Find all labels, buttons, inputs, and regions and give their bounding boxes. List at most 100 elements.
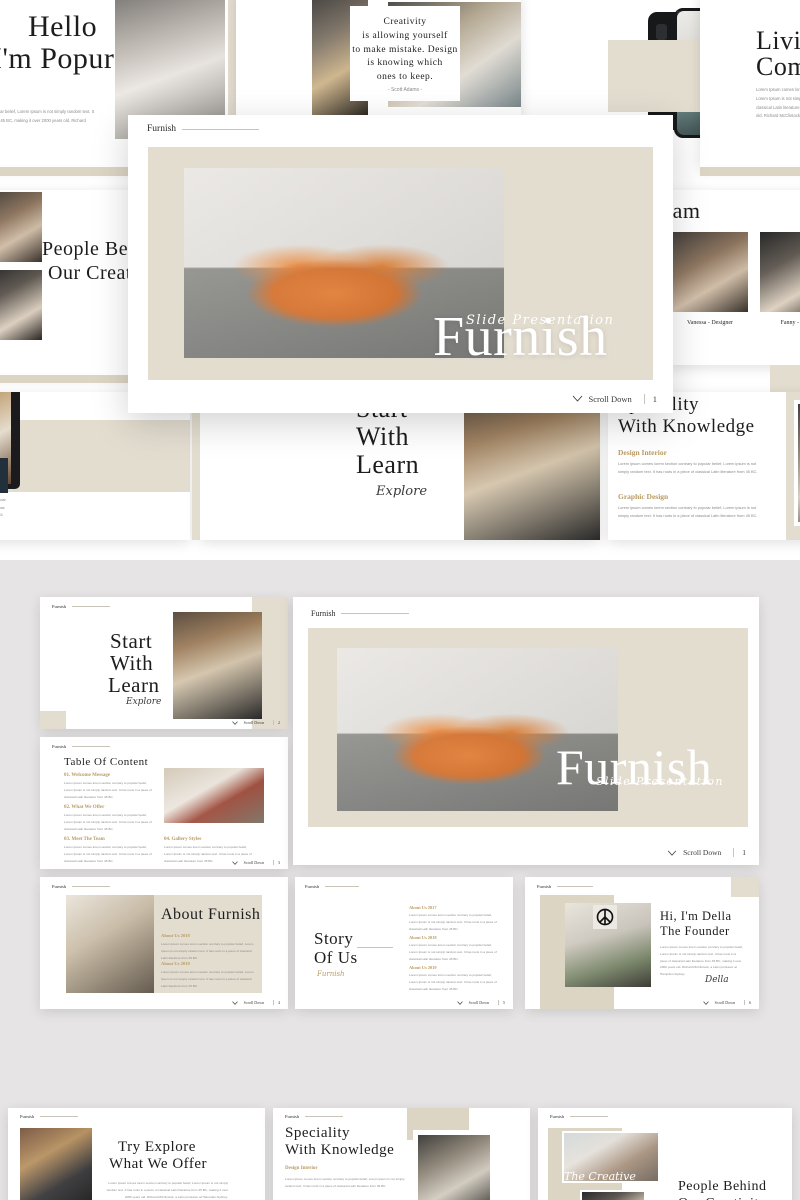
story-title-line2: Of Us: [314, 948, 358, 967]
hello-title-line2: I'm Popuri: [0, 42, 124, 75]
big-scroll-label[interactable]: Scroll Down: [683, 848, 721, 857]
slide-start-learn-bg[interactable]: Start With Learn Explore: [200, 392, 600, 540]
living-title-line2: Comfort: [756, 52, 800, 81]
quote-line3: to make mistake. Design: [352, 44, 458, 55]
story-scroll-row[interactable]: Scroll Down 5: [456, 1000, 505, 1005]
presentation-preview-page: Hello I'm Popuri The Editor Lorem ipsum …: [0, 0, 800, 1200]
slide-tablet-mockup[interactable]: Furnish Presentation Lorem ipsum comes l…: [0, 392, 190, 540]
start-scroll-label[interactable]: Scroll Down: [244, 720, 264, 725]
people-photo-1: [0, 192, 42, 262]
toc-item-2[interactable]: 02. What We Offer Lorem ipsum comes lore…: [64, 805, 154, 832]
story-brand-row: Furnish: [305, 884, 360, 889]
tablet-accent-block: [0, 420, 190, 492]
hero-page-number: 1: [643, 394, 657, 404]
big-subtitle: Slide Presentation: [596, 775, 724, 788]
toc-item-3[interactable]: 03. Meet The Team Lorem ipsum comes lore…: [64, 837, 154, 864]
chevron-down-icon[interactable]: [231, 720, 238, 725]
grid-slide-story[interactable]: Furnish Story Of Us Furnish About Us 201…: [295, 877, 513, 1009]
big-page-number: 1: [733, 848, 746, 857]
about-block2-body: Lorem ipsum comes lorem section contrary…: [161, 970, 254, 988]
toc-brand-row: Furnish: [52, 744, 111, 749]
story-scroll-label[interactable]: Scroll Down: [469, 1000, 489, 1005]
story-block-1-label: About Us 2017: [409, 905, 437, 910]
start-page-number: 2: [273, 720, 280, 725]
grid-slide-founder[interactable]: Furnish Hi, I'm Della The Founder Lorem …: [525, 877, 759, 1009]
explore-brand-row: Furnish: [20, 1114, 79, 1119]
grid-slide-start-learn[interactable]: Furnish Start With Learn Explore Scroll …: [40, 597, 288, 729]
start-brand-label: Furnish: [52, 604, 67, 609]
spec-brand-row: Furnish: [285, 1114, 344, 1119]
start-scroll-row[interactable]: Scroll Down 2: [231, 720, 280, 725]
tablet-caption-card: Furnish Presentation: [0, 458, 8, 493]
chevron-down-icon[interactable]: [231, 860, 238, 865]
slide-speciality-bg[interactable]: Speciality With Knowledge Design Interio…: [608, 392, 800, 540]
story-block-2-body: Lorem ipsum comes lorem section contrary…: [409, 943, 497, 961]
hero-scroll-label[interactable]: Scroll Down: [589, 394, 632, 404]
chevron-down-icon[interactable]: [572, 395, 583, 404]
bottom-slide-explore[interactable]: Furnish Try Explore What We Offer Lorem …: [8, 1108, 265, 1200]
chevron-down-icon[interactable]: [456, 1000, 463, 1005]
grid-slide-big-hero[interactable]: Furnish Furnish Slide Presentation Scrol…: [293, 597, 759, 865]
story-brand-label: Furnish: [305, 884, 320, 889]
spec-sec1-title: Design Interior: [285, 1166, 318, 1171]
story-block-2-label: About Us 2018: [409, 935, 437, 940]
start-accent-bottom-left: [40, 711, 66, 729]
quote-line5: ones to keep.: [376, 72, 434, 83]
founder-page-number: 6: [744, 1000, 751, 1005]
toc-scroll-label[interactable]: Scroll Down: [244, 860, 264, 865]
slide-quote[interactable]: Creativity is allowing yourself to make …: [236, 0, 521, 117]
spec-bg-photo: [794, 400, 800, 526]
hello-body: Lorem ipsum comes lorem section contrary…: [0, 109, 94, 123]
about-scroll-row[interactable]: Scroll Down 4: [231, 1000, 280, 1005]
slide-team[interactable]: Team Vanessa - Designer Fanny - Editor: [668, 190, 800, 365]
story-block-1: About Us 2017 Lorem ipsum comes lorem se…: [409, 905, 501, 932]
spec-sec1-body: Lorem ipsum comes lorem section contrary…: [285, 1177, 405, 1188]
founder-title-line2: The Founder: [660, 924, 730, 938]
big-scroll-row[interactable]: Scroll Down 1: [667, 848, 746, 857]
about-block1-body: Lorem ipsum comes lorem section contrary…: [161, 942, 254, 960]
grid-slide-toc[interactable]: Furnish Table Of Content 01. Welcome Mes…: [40, 737, 288, 869]
toc-item-1[interactable]: 01. Welcome Message Lorem ipsum comes lo…: [64, 773, 154, 800]
founder-scroll-label[interactable]: Scroll Down: [715, 1000, 735, 1005]
about-brand-line: [72, 886, 111, 887]
spec-bg-sec2-body: Lorem ipsum comes lorem section contrary…: [618, 505, 758, 519]
hero-slide[interactable]: Furnish Furnish Slide Presentation Scrol…: [128, 115, 673, 413]
explore-title-line2: What We Offer: [109, 1156, 208, 1172]
grid-slide-about[interactable]: Furnish About Furnish About Us 2018 Lore…: [40, 877, 288, 1009]
hello-title-line1: Hello: [28, 10, 98, 43]
big-brand-row: Furnish: [311, 609, 410, 618]
toc-item-1-label: 01. Welcome Message: [64, 773, 111, 778]
toc-item-2-label: 02. What We Offer: [64, 805, 105, 810]
about-brand-row: Furnish: [52, 884, 111, 889]
team-member-2: Fanny - Editor: [780, 320, 800, 326]
hero-scroll-row[interactable]: Scroll Down 1: [572, 394, 657, 404]
toc-scroll-row[interactable]: Scroll Down 3: [231, 860, 280, 865]
toc-title: Table Of Content: [64, 756, 149, 768]
spec-brand-line: [305, 1116, 344, 1117]
founder-brand-line: [557, 886, 594, 887]
spec-title-line1: Speciality: [285, 1125, 350, 1141]
start-brand-row: Furnish: [52, 604, 111, 609]
quote-line4: is knowing which: [367, 58, 443, 69]
hero-brand-line: [182, 128, 260, 130]
team-photo-1: [672, 232, 748, 312]
chevron-down-icon[interactable]: [702, 1000, 709, 1005]
about-photo: [66, 895, 154, 993]
creative-photo-2: [580, 1190, 646, 1200]
hero-brand-row: Furnish: [147, 124, 260, 134]
slide-living[interactable]: Living Comfort Lorem Ipsum comes lorem s…: [700, 0, 800, 167]
explore-body: Lorem ipsum comes lorem section contrary…: [106, 1181, 228, 1199]
about-scroll-label[interactable]: Scroll Down: [244, 1000, 264, 1005]
living-accent-bar: [700, 167, 800, 176]
founder-scroll-row[interactable]: Scroll Down 6: [702, 1000, 751, 1005]
founder-title-line1: Hi, I'm Della: [660, 909, 732, 923]
explore-title-line1: Try Explore: [118, 1139, 196, 1155]
start-bg-line2: With: [356, 422, 409, 451]
chevron-down-icon[interactable]: [667, 850, 677, 856]
bottom-slide-creative[interactable]: Furnish The Creative People Behind Our C…: [538, 1108, 792, 1200]
tablet-body: Lorem ipsum comes lorem section contrary…: [0, 498, 6, 518]
chevron-down-icon[interactable]: [231, 1000, 238, 1005]
creative-overlay-script: The Creative: [564, 1170, 636, 1183]
bottom-slide-speciality[interactable]: Furnish Speciality With Knowledge Design…: [273, 1108, 530, 1200]
living-body: Lorem Ipsum comes lorem section contrary…: [756, 87, 800, 119]
